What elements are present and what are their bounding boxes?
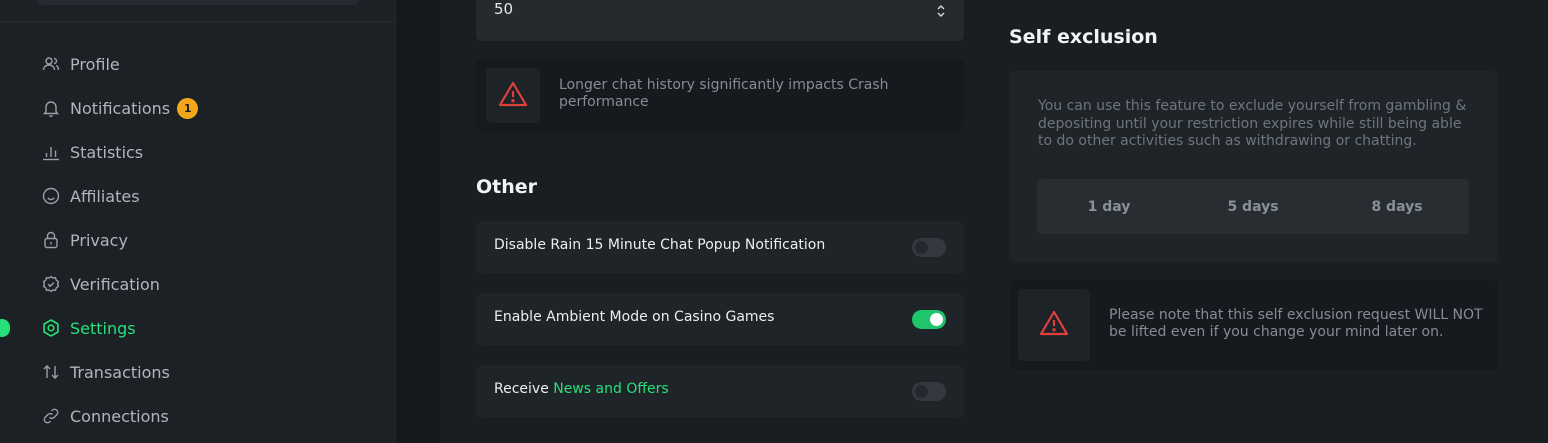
self-exclusion-duration-selector: 1 day 5 days 8 days [1037, 179, 1469, 234]
sidebar-item-transactions[interactable]: Transactions [0, 350, 395, 394]
sidebar-divider [0, 21, 395, 22]
sidebar-item-affiliates[interactable]: Affiliates [0, 174, 395, 218]
sidebar-item-notifications[interactable]: Notifications 1 [0, 86, 395, 130]
warning-text: Please note that this self exclusion req… [1109, 307, 1483, 340]
duration-option-5-days[interactable]: 5 days [1181, 179, 1325, 234]
warning-icon-box [1018, 289, 1090, 361]
rain-popup-toggle[interactable] [912, 238, 946, 257]
toggle-row-rain-popup: Disable Rain 15 Minute Chat Popup Notifi… [476, 221, 964, 273]
self-exclusion-panel: You can use this feature to exclude your… [1009, 71, 1498, 262]
sidebar-item-label: Privacy [70, 230, 128, 250]
gear-icon [41, 318, 61, 338]
chat-history-input[interactable]: 50 [476, 0, 964, 41]
profile-icon [41, 54, 61, 74]
sidebar-item-settings[interactable]: Settings [0, 306, 395, 350]
chevron-up-down-icon[interactable] [936, 3, 946, 19]
news-offers-link[interactable]: News and Offers [553, 381, 668, 397]
notification-count-badge: 1 [177, 97, 199, 119]
sidebar-item-label: Profile [70, 54, 120, 74]
warning-icon [1039, 310, 1069, 340]
section-title-self-exclusion: Self exclusion [1009, 26, 1158, 48]
toggle-label: Enable Ambient Mode on Casino Games [494, 309, 775, 325]
layout-gutter [396, 0, 440, 443]
toggle-knob [915, 241, 928, 254]
active-indicator [0, 319, 10, 337]
sidebar-item-label: Notifications [70, 98, 171, 118]
settings-main: 50 Longer chat history significantly imp… [440, 0, 1548, 443]
transfer-arrows-icon [41, 362, 61, 382]
sidebar-item-label: Transactions [70, 362, 170, 382]
toggle-row-news-offers: Receive News and Offers [476, 365, 964, 417]
bar-chart-icon [41, 142, 61, 162]
sidebar-item-label: Connections [70, 406, 169, 426]
sidebar-item-label: Verification [70, 274, 160, 294]
news-offers-toggle[interactable] [912, 382, 946, 401]
sidebar-item-profile[interactable]: Profile [0, 42, 395, 86]
sidebar-top-box[interactable] [37, 0, 359, 5]
badge-check-icon [41, 274, 61, 294]
chat-history-warning: Longer chat history significantly impact… [476, 59, 964, 132]
warning-icon [498, 81, 528, 111]
ambient-mode-toggle[interactable] [912, 310, 946, 329]
toggle-label-prefix: Receive [494, 381, 554, 397]
sidebar-nav: Profile Notifications 1 Statistics Affil… [0, 42, 395, 438]
sidebar-item-label: Affiliates [70, 186, 140, 206]
section-title-other: Other [476, 176, 538, 198]
toggle-label: Disable Rain 15 Minute Chat Popup Notifi… [494, 237, 826, 253]
bell-icon [41, 98, 61, 118]
lock-icon [41, 230, 61, 250]
chat-history-value: 50 [494, 0, 514, 18]
sidebar: Profile Notifications 1 Statistics Affil… [0, 0, 396, 443]
duration-option-1-day[interactable]: 1 day [1037, 179, 1181, 234]
warning-icon-box [486, 68, 540, 123]
duration-option-8-days[interactable]: 8 days [1325, 179, 1469, 234]
warning-text: Longer chat history significantly impact… [559, 77, 889, 110]
link-icon [41, 406, 61, 426]
self-exclusion-warning: Please note that this self exclusion req… [1009, 280, 1498, 370]
toggle-row-ambient-mode: Enable Ambient Mode on Casino Games [476, 293, 964, 345]
sidebar-item-verification[interactable]: Verification [0, 262, 395, 306]
sidebar-item-label: Statistics [70, 142, 144, 162]
sidebar-item-privacy[interactable]: Privacy [0, 218, 395, 262]
self-exclusion-description: You can use this feature to exclude your… [1038, 98, 1467, 149]
toggle-knob [930, 313, 943, 326]
toggle-label: Receive News and Offers [494, 381, 669, 397]
sidebar-item-connections[interactable]: Connections [0, 394, 395, 438]
toggle-knob [915, 385, 928, 398]
sidebar-item-statistics[interactable]: Statistics [0, 130, 395, 174]
smiley-icon [41, 186, 61, 206]
sidebar-item-label: Settings [70, 318, 136, 338]
